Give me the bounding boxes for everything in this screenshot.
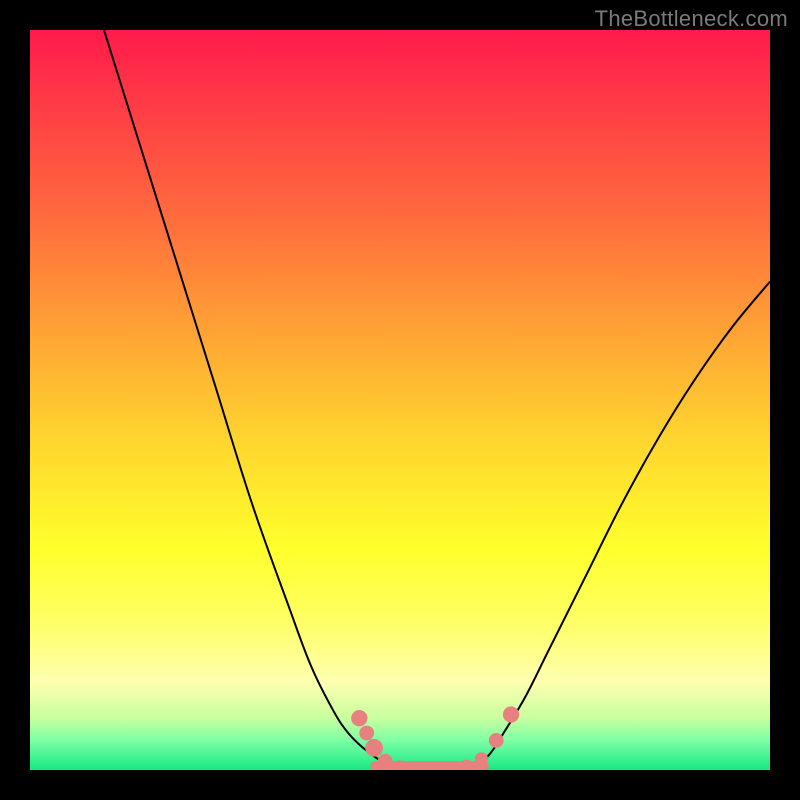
marker-dot [365, 739, 383, 757]
marker-dot [489, 733, 504, 748]
marker-dot [351, 710, 367, 726]
plot-area [30, 30, 770, 770]
chart-svg [30, 30, 770, 770]
marker-dot [503, 706, 519, 722]
right-curve [474, 282, 770, 767]
marker-dot [359, 726, 374, 741]
floor-band [370, 761, 488, 770]
chart-frame: TheBottleneck.com [0, 0, 800, 800]
watermark-text: TheBottleneck.com [595, 6, 788, 32]
curve-markers [351, 706, 519, 770]
left-curve [104, 30, 393, 766]
